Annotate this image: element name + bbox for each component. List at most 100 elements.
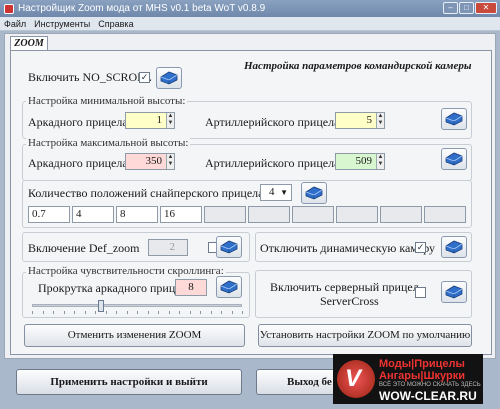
close-icon[interactable]: ✕	[475, 2, 497, 14]
save-max-height-button[interactable]	[441, 148, 467, 170]
no-scroll-label: Включить NO_SCROLL	[28, 70, 152, 84]
slider-tick	[95, 311, 96, 314]
sniper-zoom-field	[336, 206, 378, 223]
scroll-arcade-value[interactable]: 8	[175, 279, 207, 296]
save-no-scroll-button[interactable]	[156, 67, 182, 89]
slider-tick	[189, 311, 191, 314]
server-cross-label-2: ServerCross	[320, 294, 379, 308]
save-def-zoom-button[interactable]	[216, 236, 242, 258]
save-server-cross-button[interactable]	[441, 281, 467, 303]
menu-bar: Файл Инструменты Справка	[0, 17, 500, 31]
slider-tick	[32, 311, 33, 314]
scroll-arcade-label: Прокрутка аркадного прицела	[38, 281, 192, 295]
max-arcade-spinner[interactable]: ▲ ▼	[166, 154, 174, 169]
logo-v: V	[345, 365, 362, 392]
slider-tick	[158, 311, 159, 314]
scroll-sens-title: Настройка чувствительности скроллинга:	[26, 265, 226, 277]
max-arcade-label: Аркадного прицела:	[28, 156, 132, 170]
chevron-down-icon: ▼	[280, 188, 288, 197]
slider-tick	[53, 311, 54, 314]
maximize-icon[interactable]: □	[459, 2, 474, 14]
min-height-title: Настройка минимальной высоты:	[26, 95, 188, 107]
sniper-zoom-field[interactable]: 16	[160, 206, 202, 223]
min-arcade-spinner[interactable]: ▲ ▼	[166, 113, 174, 128]
slider-tick	[74, 311, 75, 314]
max-arcade-value: 350	[145, 155, 163, 167]
def-zoom-value: 2	[169, 241, 176, 253]
sniper-count-label: Количество положений снайперского прицел…	[28, 186, 267, 200]
slider-tick	[221, 311, 222, 314]
max-arcade-input[interactable]: 350 ▲ ▼	[125, 153, 175, 170]
slider-tick	[168, 311, 170, 314]
sniper-zoom-field[interactable]: 4	[72, 206, 114, 223]
sniper-zoom-field	[380, 206, 422, 223]
slider-tick	[147, 311, 149, 314]
tab-zoom[interactable]: ZOOM	[10, 36, 48, 51]
watermark-line3: ВСЁ ЭТО МОЖНО СКАЧАТЬ ЗДЕСЬ	[379, 382, 481, 388]
sniper-zoom-field	[424, 206, 466, 223]
save-dyn-camera-button[interactable]	[441, 236, 467, 258]
save-icon	[444, 285, 464, 299]
def-zoom-label: Включение Def_zoom	[28, 241, 140, 255]
save-icon	[304, 186, 324, 200]
revert-zoom-button[interactable]: Отменить изменения ZOOM	[24, 324, 245, 347]
watermark-line2: Ангары|Шкурки	[379, 370, 465, 382]
slider-tick	[126, 311, 128, 314]
sniper-zoom-field[interactable]: 8	[116, 206, 158, 223]
server-cross-label: Включить серверный прицел	[270, 280, 419, 294]
max-arty-input[interactable]: 509 ▲ ▼	[335, 153, 385, 170]
slider-tick	[116, 311, 117, 314]
scroll-slider-track[interactable]	[32, 304, 242, 307]
window-title: Настройщик Zoom мода от MHS v0.1 beta Wo…	[18, 3, 266, 14]
save-icon	[444, 112, 464, 126]
sniper-count-value: 4	[269, 186, 275, 198]
title-bar: Настройщик Zoom мода от MHS v0.1 beta Wo…	[0, 0, 500, 17]
sniper-count-select[interactable]: 4 ▼	[260, 184, 292, 201]
slider-tick	[200, 311, 201, 314]
dyn-camera-checkbox[interactable]: ✓	[415, 242, 426, 253]
menu-tools[interactable]: Инструменты	[30, 19, 94, 29]
min-arty-input[interactable]: 5 ▲ ▼	[335, 112, 385, 129]
apply-exit-button[interactable]: Применить настройки и выйти	[16, 369, 242, 395]
sniper-zoom-field[interactable]: 0.7	[28, 206, 70, 223]
max-height-title: Настройка максимальной высоты:	[26, 137, 191, 149]
slider-tick	[63, 311, 65, 314]
min-arcade-input[interactable]: 1 ▲ ▼	[125, 112, 175, 129]
slider-tick	[231, 311, 233, 314]
min-arty-spinner[interactable]: ▲ ▼	[376, 113, 384, 128]
min-arty-value: 5	[366, 114, 373, 126]
sniper-zoom-field	[292, 206, 334, 223]
save-min-height-button[interactable]	[441, 108, 467, 130]
slider-tick	[105, 311, 107, 314]
max-arty-label: Артиллерийского прицела:	[205, 156, 343, 170]
save-icon	[444, 240, 464, 254]
min-arty-label: Артиллерийского прицела:	[205, 115, 343, 129]
scroll-slider-thumb[interactable]	[98, 300, 105, 312]
min-arcade-label: Аркадного прицела:	[28, 115, 132, 129]
watermark-site: WOW-CLEAR.RU	[379, 389, 477, 403]
sniper-zoom-field	[248, 206, 290, 223]
max-arty-spinner[interactable]: ▲ ▼	[376, 154, 384, 169]
save-sniper-button[interactable]	[301, 182, 327, 204]
menu-file[interactable]: Файл	[0, 19, 30, 29]
slider-tick	[210, 311, 212, 314]
max-arty-value: 509	[355, 155, 373, 167]
save-scroll-button[interactable]	[216, 276, 242, 298]
window-controls: – □ ✕	[443, 2, 497, 14]
app-icon	[4, 3, 14, 14]
save-icon	[159, 71, 179, 85]
sniper-zoom-field	[204, 206, 246, 223]
slider-tick	[179, 311, 180, 314]
watermark-line1: Моды|Прицелы	[379, 358, 465, 370]
minimize-icon[interactable]: –	[443, 2, 458, 14]
menu-help[interactable]: Справка	[94, 19, 137, 29]
def-zoom-input: 2	[148, 239, 188, 256]
watermark-logo: V Моды|Прицелы Ангары|Шкурки ВСЁ ЭТО МОЖ…	[333, 354, 483, 404]
defaults-zoom-button[interactable]: Установить настройки ZOOM по умолчанию	[258, 324, 472, 347]
dyn-camera-label: Отключить динамическую камеру	[260, 241, 436, 255]
slider-tick	[242, 311, 243, 314]
no-scroll-checkbox[interactable]: ✓	[139, 72, 150, 83]
slider-tick	[137, 311, 138, 314]
server-cross-checkbox[interactable]	[415, 287, 426, 298]
save-icon	[219, 240, 239, 254]
